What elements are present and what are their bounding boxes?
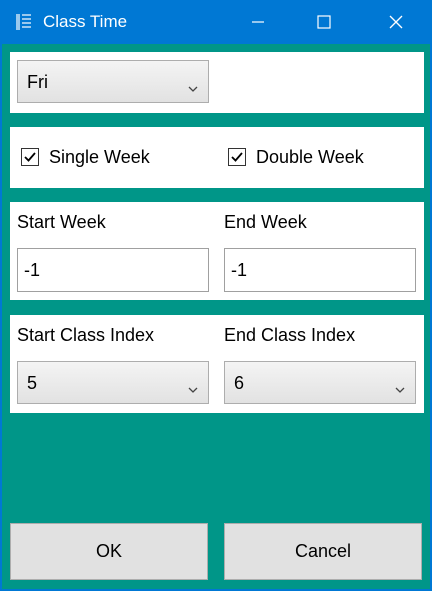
window-title: Class Time bbox=[43, 12, 128, 31]
start-week-label: Start Week bbox=[17, 212, 106, 232]
double-week-label[interactable]: Double Week bbox=[256, 147, 364, 167]
end-week-label: End Week bbox=[224, 212, 307, 232]
end-week-input[interactable] bbox=[224, 248, 416, 292]
title-bar[interactable]: Class Time bbox=[0, 0, 432, 44]
class-range-panel: Start Class Index End Class Index 5 6 bbox=[10, 315, 424, 413]
maximize-icon bbox=[317, 15, 331, 29]
class-time-window: Class Time Fri Single Week Double Week S… bbox=[0, 0, 432, 591]
week-range-panel: Start Week End Week bbox=[10, 202, 424, 300]
maximize-button[interactable] bbox=[302, 0, 346, 44]
dialog-body: Fri Single Week Double Week Start Week E… bbox=[2, 44, 430, 589]
end-class-index-value: 6 bbox=[234, 373, 245, 393]
double-week-checkbox[interactable]: Double Week bbox=[228, 147, 388, 170]
chevron-down-icon bbox=[188, 378, 198, 399]
ok-button[interactable]: OK bbox=[10, 523, 208, 580]
day-dropdown[interactable]: Fri bbox=[17, 60, 209, 103]
start-class-index-dropdown[interactable]: 5 bbox=[17, 361, 209, 404]
minimize-icon bbox=[252, 21, 264, 23]
day-dropdown-value: Fri bbox=[27, 72, 48, 92]
double-week-checkbox-box[interactable] bbox=[228, 148, 246, 166]
chevron-down-icon bbox=[395, 378, 405, 399]
start-class-index-value: 5 bbox=[27, 373, 38, 393]
close-icon bbox=[389, 15, 403, 29]
day-panel: Fri bbox=[10, 52, 424, 113]
start-week-input[interactable] bbox=[17, 248, 209, 292]
checkmark-icon bbox=[24, 152, 36, 162]
start-class-index-label: Start Class Index bbox=[17, 325, 155, 345]
checkmark-icon bbox=[231, 152, 243, 162]
single-week-checkbox[interactable]: Single Week bbox=[21, 147, 161, 170]
single-week-label[interactable]: Single Week bbox=[49, 147, 150, 167]
chevron-down-icon bbox=[188, 77, 198, 98]
single-week-checkbox-box[interactable] bbox=[21, 148, 39, 166]
list-icon bbox=[16, 13, 32, 31]
end-class-index-dropdown[interactable]: 6 bbox=[224, 361, 416, 404]
end-class-index-label: End Class Index bbox=[224, 325, 356, 345]
cancel-button[interactable]: Cancel bbox=[224, 523, 422, 580]
week-type-panel: Single Week Double Week bbox=[10, 127, 424, 188]
minimize-button[interactable] bbox=[236, 0, 280, 44]
close-button[interactable] bbox=[374, 0, 418, 44]
